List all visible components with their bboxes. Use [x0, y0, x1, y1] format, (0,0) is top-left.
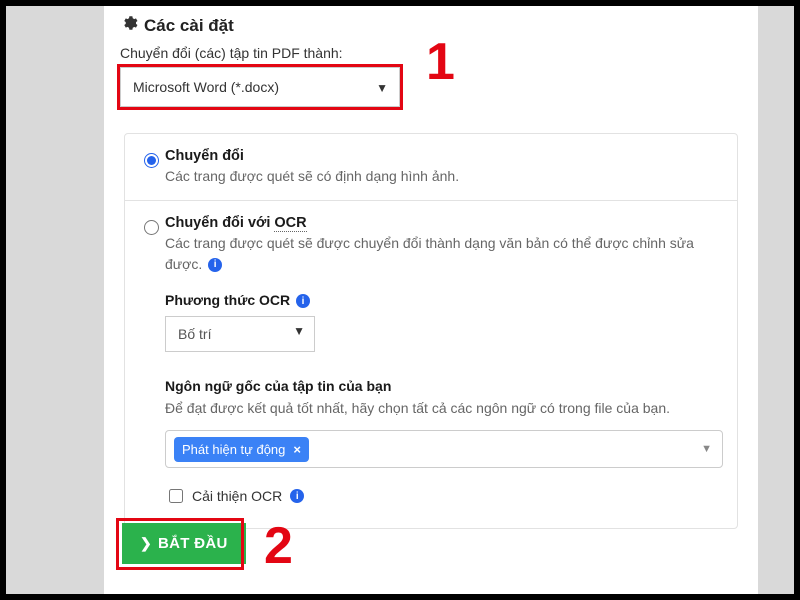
source-language-hint: Để đạt được kết quả tốt nhất, hãy chọn t…: [165, 398, 723, 418]
info-icon[interactable]: i: [296, 294, 310, 308]
option-title: Chuyển đổi: [165, 148, 723, 164]
radio-col: [135, 148, 165, 186]
conversion-options: Chuyển đổi Các trang được quét sẽ có địn…: [124, 133, 738, 529]
ocr-method-label-text: Phương thức OCR: [165, 292, 290, 308]
ocr-title-dotted: OCR: [274, 215, 306, 232]
convert-label: Chuyển đổi (các) tập tin PDF thành:: [120, 45, 742, 61]
format-select-wrap: Microsoft Word (*.docx) ▼: [120, 67, 400, 109]
option-body: Chuyển đổi Các trang được quét sẽ có địn…: [165, 148, 723, 186]
info-icon[interactable]: i: [290, 489, 304, 503]
start-button[interactable]: ❯ BẮT ĐẦU: [122, 523, 246, 564]
convert-field: Chuyển đổi (các) tập tin PDF thành: Micr…: [104, 45, 758, 133]
option-desc: Các trang được quét sẽ được chuyển đổi t…: [165, 233, 723, 274]
source-language-label: Ngôn ngữ gốc của tập tin của bạn: [165, 378, 723, 394]
option-convert-ocr[interactable]: Chuyển đổi với OCR Các trang được quét s…: [125, 200, 737, 528]
settings-title: Các cài đặt: [144, 16, 234, 36]
source-language-select[interactable]: Phát hiện tự động × ▼: [165, 430, 723, 468]
option-title: Chuyển đổi với OCR: [165, 215, 723, 231]
ocr-method-value: Bố trí: [178, 326, 211, 342]
ocr-title-pre: Chuyển đổi với: [165, 215, 274, 231]
improve-ocr-label: Cải thiện OCR: [192, 488, 282, 504]
gears-icon: [120, 14, 138, 37]
radio-col: [135, 215, 165, 506]
format-select-value: Microsoft Word (*.docx): [133, 79, 279, 95]
chevron-right-icon: ❯: [140, 535, 152, 552]
language-tag: Phát hiện tự động ×: [174, 437, 309, 462]
page: Các cài đặt Chuyển đổi (các) tập tin PDF…: [6, 6, 794, 594]
settings-header: Các cài đặt: [104, 6, 758, 45]
ocr-method-label: Phương thức OCR i: [165, 292, 723, 308]
language-tag-label: Phát hiện tự động: [182, 442, 285, 457]
remove-tag-icon[interactable]: ×: [293, 442, 301, 457]
format-select[interactable]: Microsoft Word (*.docx): [120, 67, 400, 107]
start-button-label: BẮT ĐẦU: [158, 535, 228, 552]
ocr-method-select[interactable]: Bố trí: [165, 316, 315, 352]
ocr-desc: Các trang được quét sẽ được chuyển đổi t…: [165, 235, 694, 271]
info-icon[interactable]: i: [208, 258, 222, 272]
settings-card: Các cài đặt Chuyển đổi (các) tập tin PDF…: [104, 6, 758, 594]
caret-down-icon: ▼: [701, 443, 712, 455]
improve-ocr-row[interactable]: Cải thiện OCR i: [165, 486, 723, 506]
option-convert-basic[interactable]: Chuyển đổi Các trang được quét sẽ có địn…: [125, 134, 737, 200]
radio-convert-ocr[interactable]: [144, 220, 159, 235]
radio-convert-basic[interactable]: [144, 153, 159, 168]
improve-ocr-checkbox[interactable]: [169, 489, 183, 503]
ocr-method-select-wrap: Bố trí ▼: [165, 308, 315, 354]
option-desc: Các trang được quét sẽ có định dạng hình…: [165, 166, 723, 186]
option-body: Chuyển đổi với OCR Các trang được quét s…: [165, 215, 723, 506]
